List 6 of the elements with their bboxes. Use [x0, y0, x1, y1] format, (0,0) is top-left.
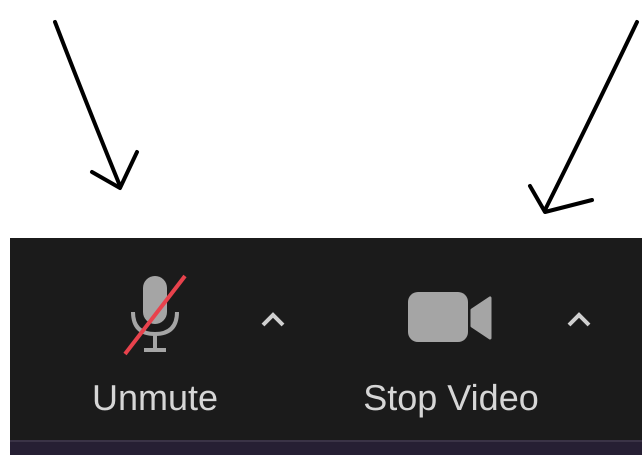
caret-icon: [566, 312, 592, 328]
caret-icon: [260, 312, 286, 328]
options-caret-button[interactable]: [566, 312, 592, 328]
audio-button[interactable]: Unmute: [50, 274, 260, 418]
video-button[interactable]: Stop Video: [336, 274, 566, 418]
options-caret-button[interactable]: [260, 312, 286, 328]
